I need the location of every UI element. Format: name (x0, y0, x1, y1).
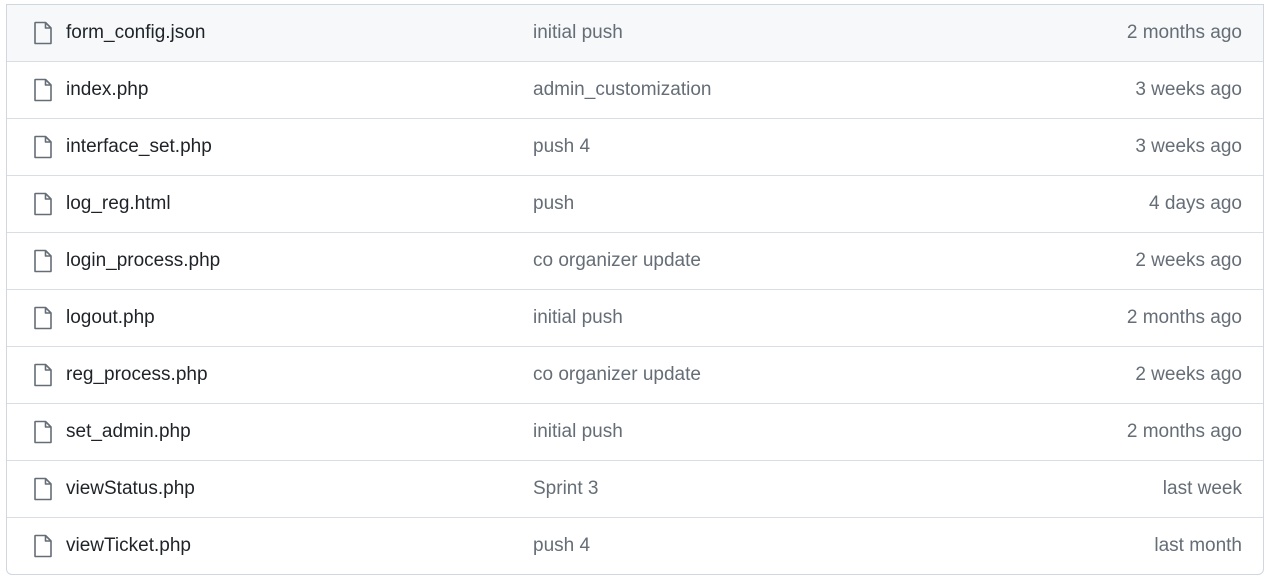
file-icon (31, 21, 55, 45)
table-row[interactable]: logout.php initial push 2 months ago (7, 289, 1263, 346)
file-icon (31, 534, 55, 558)
file-name-link[interactable]: logout.php (66, 307, 155, 329)
table-row[interactable]: log_reg.html push 4 days ago (7, 175, 1263, 232)
table-row[interactable]: interface_set.php push 4 3 weeks ago (7, 118, 1263, 175)
file-name-link[interactable]: log_reg.html (66, 193, 171, 215)
commit-date: last month (1154, 535, 1242, 556)
commit-date: 3 weeks ago (1135, 79, 1242, 100)
commit-date: 2 weeks ago (1135, 364, 1242, 385)
commit-date: 2 weeks ago (1135, 250, 1242, 271)
commit-date: 2 months ago (1126, 22, 1242, 43)
file-name-link[interactable]: form_config.json (66, 22, 205, 44)
commit-date: 2 months ago (1126, 421, 1242, 442)
table-row[interactable]: viewStatus.php Sprint 3 last week (7, 460, 1263, 517)
commit-message-link[interactable]: initial push (533, 22, 623, 44)
commit-message-link[interactable]: initial push (533, 421, 623, 443)
commit-message-link[interactable]: co organizer update (533, 364, 701, 386)
file-icon (31, 306, 55, 330)
file-icon (31, 420, 55, 444)
file-name-link[interactable]: set_admin.php (66, 421, 191, 443)
commit-message-link[interactable]: initial push (533, 307, 623, 329)
commit-message-link[interactable]: co organizer update (533, 250, 701, 272)
commit-message-link[interactable]: push 4 (533, 136, 590, 158)
commit-date: 3 weeks ago (1135, 136, 1242, 157)
file-name-link[interactable]: index.php (66, 79, 148, 101)
file-icon (31, 192, 55, 216)
table-row[interactable]: reg_process.php co organizer update 2 we… (7, 346, 1263, 403)
commit-date: last week (1162, 478, 1242, 499)
table-row[interactable]: form_config.json initial push 2 months a… (7, 5, 1263, 61)
commit-message-link[interactable]: push (533, 193, 574, 215)
commit-date: 2 months ago (1126, 307, 1242, 328)
file-name-link[interactable]: viewTicket.php (66, 535, 191, 557)
file-name-link[interactable]: reg_process.php (66, 364, 208, 386)
commit-message-link[interactable]: push 4 (533, 535, 590, 557)
table-row[interactable]: login_process.php co organizer update 2 … (7, 232, 1263, 289)
file-list-table: form_config.json initial push 2 months a… (6, 4, 1264, 575)
file-icon (31, 78, 55, 102)
file-icon (31, 477, 55, 501)
file-icon (31, 135, 55, 159)
commit-date: 4 days ago (1149, 193, 1242, 214)
file-name-link[interactable]: login_process.php (66, 250, 220, 272)
file-name-link[interactable]: viewStatus.php (66, 478, 195, 500)
file-icon (31, 249, 55, 273)
table-row[interactable]: index.php admin_customization 3 weeks ag… (7, 61, 1263, 118)
table-row[interactable]: set_admin.php initial push 2 months ago (7, 403, 1263, 460)
table-row[interactable]: viewTicket.php push 4 last month (7, 517, 1263, 574)
file-name-link[interactable]: interface_set.php (66, 136, 212, 158)
file-icon (31, 363, 55, 387)
commit-message-link[interactable]: Sprint 3 (533, 478, 598, 500)
commit-message-link[interactable]: admin_customization (533, 79, 711, 101)
